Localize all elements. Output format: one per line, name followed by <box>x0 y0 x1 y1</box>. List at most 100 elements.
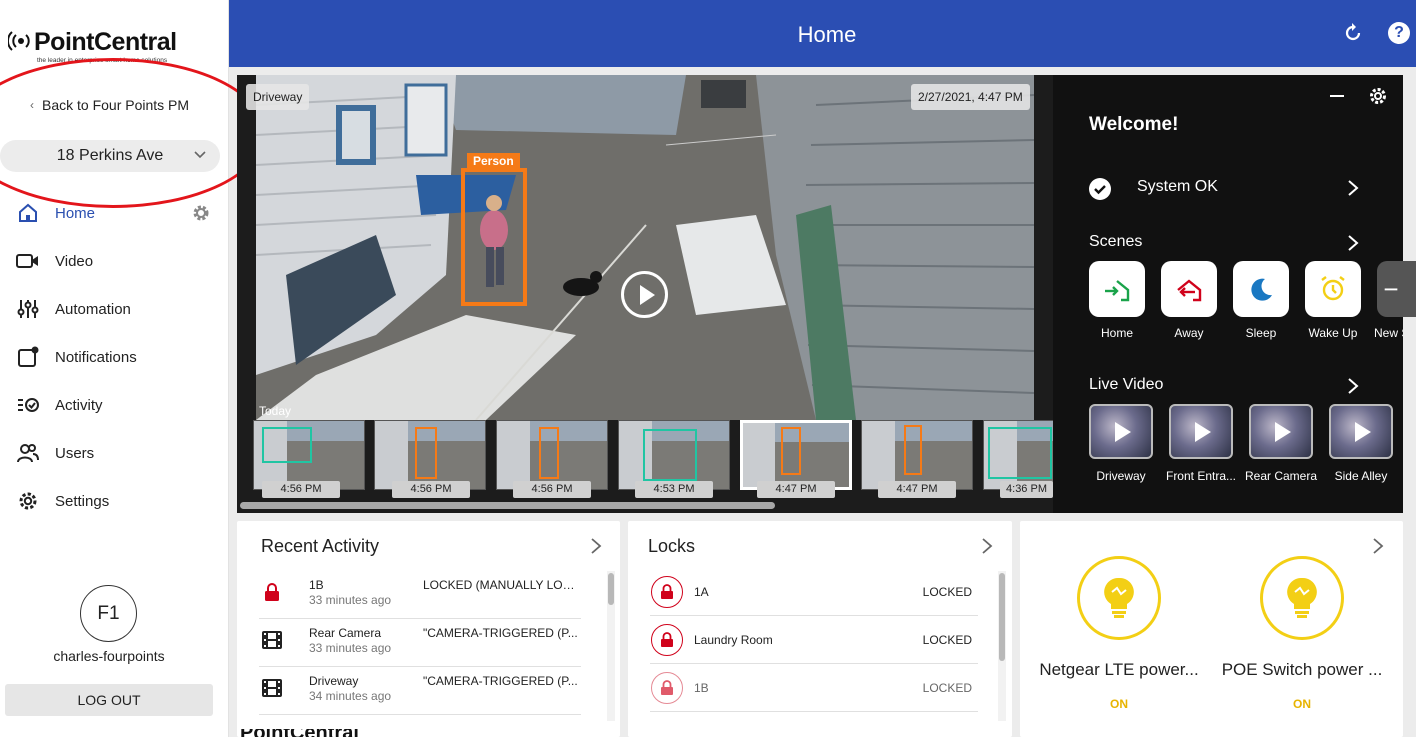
lock-row[interactable]: 1A LOCKED <box>650 568 978 616</box>
live-camera-tile[interactable] <box>1169 404 1233 459</box>
activity-time: 34 minutes ago <box>309 689 392 703</box>
video-camera-icon <box>16 249 40 273</box>
video-thumbnail[interactable] <box>861 420 973 490</box>
film-icon <box>259 675 285 701</box>
video-frame[interactable] <box>256 75 1034 420</box>
chevron-down-icon <box>194 151 206 159</box>
gear-icon[interactable] <box>1368 86 1388 106</box>
thumbnail-time: 4:47 PM <box>878 481 956 498</box>
underlying-page-text: PointCentral <box>240 729 359 737</box>
lock-status: LOCKED <box>922 681 972 695</box>
sidebar-item-home[interactable]: Home <box>16 198 216 228</box>
video-thumbnail[interactable] <box>618 420 730 490</box>
thumbnail-time: 4:47 PM <box>757 481 835 498</box>
card-title: Recent Activity <box>261 536 380 556</box>
logo-tagline: the leader in enterprise smart home solu… <box>37 57 168 64</box>
thumbnail-scrollbar[interactable] <box>240 502 775 509</box>
switch-state: ON <box>1293 697 1311 711</box>
switch-toggle[interactable] <box>1077 556 1161 640</box>
list-scrollbar[interactable] <box>607 571 615 721</box>
scene-new-button[interactable]: − <box>1377 261 1416 317</box>
video-thumbnail[interactable] <box>496 420 608 490</box>
activity-list-icon <box>16 393 40 417</box>
sidebar-item-label: Automation <box>55 300 131 318</box>
chevron-right-icon[interactable] <box>590 537 602 555</box>
sidebar-item-settings[interactable]: Settings <box>16 486 216 516</box>
chevron-right-icon[interactable] <box>1347 377 1359 395</box>
recent-activity-card: Recent Activity 1B 33 minutes ago LOCKED… <box>237 521 620 737</box>
sidebar-item-activity[interactable]: Activity <box>16 390 216 420</box>
lock-row[interactable]: Laundry Room LOCKED <box>650 616 978 664</box>
switch-toggle[interactable] <box>1260 556 1344 640</box>
thumbnail-time: 4:56 PM <box>392 481 470 498</box>
video-thumbnail[interactable] <box>374 420 486 490</box>
minimize-icon[interactable] <box>1330 95 1344 97</box>
logo-brand: PointCentral <box>34 28 177 56</box>
activity-time: 33 minutes ago <box>309 593 392 607</box>
sidebar: PointCentral the leader in enterprise sm… <box>0 0 229 737</box>
detection-label: Person <box>467 153 520 169</box>
video-thumbnail[interactable] <box>983 420 1053 490</box>
sidebar-item-notifications[interactable]: Notifications <box>16 342 216 372</box>
video-thumbnail[interactable] <box>740 420 852 490</box>
sidebar-item-label: Video <box>55 252 94 270</box>
lock-row[interactable]: 1B LOCKED <box>650 664 978 712</box>
play-button[interactable] <box>621 271 668 318</box>
sidebar-item-video[interactable]: Video <box>16 246 216 276</box>
chevron-right-icon[interactable] <box>1372 537 1384 555</box>
lock-icon[interactable] <box>650 671 684 705</box>
scene-wakeup-button[interactable] <box>1305 261 1361 317</box>
activity-status: "CAMERA-TRIGGERED (P... <box>423 626 578 640</box>
activity-device: 1B <box>309 578 324 592</box>
sliders-icon <box>16 297 40 321</box>
sidebar-item-automation[interactable]: Automation <box>16 294 216 324</box>
gear-icon[interactable] <box>191 203 211 223</box>
thumbnail-time: 4:56 PM <box>513 481 591 498</box>
live-camera-tile[interactable] <box>1329 404 1393 459</box>
thumbnail-time: 4:53 PM <box>635 481 713 498</box>
notification-icon <box>16 345 40 369</box>
avatar[interactable]: F1 <box>80 585 137 642</box>
lock-status: LOCKED <box>922 633 972 647</box>
chevron-right-icon[interactable] <box>1347 234 1359 252</box>
chevron-right-icon[interactable] <box>1347 179 1359 197</box>
activity-time: 33 minutes ago <box>309 641 392 655</box>
scene-home-button[interactable] <box>1089 261 1145 317</box>
scene-sleep-button[interactable] <box>1233 261 1289 317</box>
scene-away-button[interactable] <box>1161 261 1217 317</box>
lock-name: 1B <box>694 681 709 695</box>
scene-label: Wake Up <box>1308 326 1358 340</box>
activity-device: Driveway <box>309 674 359 688</box>
list-scrollbar[interactable] <box>998 571 1006 721</box>
alarm-clock-icon <box>1321 276 1345 301</box>
list-item[interactable]: Driveway 34 minutes ago "CAMERA-TRIGGERE… <box>259 667 581 715</box>
lock-icon[interactable] <box>650 623 684 657</box>
locks-card: Locks 1A LOCKED Laundry Room LOCKED 1B L… <box>628 521 1012 737</box>
lightbulb-icon <box>1104 577 1134 618</box>
help-icon[interactable]: ? <box>1388 22 1410 44</box>
signal-waves-icon <box>8 31 30 51</box>
list-item[interactable]: 1B 33 minutes ago LOCKED (MANUALLY LOC..… <box>259 571 581 619</box>
refresh-icon[interactable] <box>1342 22 1364 44</box>
video-thumbnail[interactable] <box>253 420 365 490</box>
live-camera-tile[interactable] <box>1089 404 1153 459</box>
activity-status: "CAMERA-TRIGGERED (P... <box>423 674 578 688</box>
users-icon <box>16 441 40 465</box>
sidebar-item-users[interactable]: Users <box>16 438 216 468</box>
timeline-day-label: Today <box>259 404 292 418</box>
property-select[interactable]: 18 Perkins Ave <box>0 140 220 172</box>
camera-scene <box>256 75 1034 420</box>
chevron-left-icon: ‹ <box>30 98 34 112</box>
logout-button[interactable]: LOG OUT <box>5 684 213 716</box>
lock-name: Laundry Room <box>694 633 773 647</box>
chevron-right-icon[interactable] <box>981 537 993 555</box>
scene-label: New S <box>1374 326 1403 340</box>
lock-icon[interactable] <box>650 575 684 609</box>
system-status-row[interactable]: System OK <box>1089 175 1364 201</box>
live-camera-tile[interactable] <box>1249 404 1313 459</box>
activity-device: Rear Camera <box>309 626 382 640</box>
back-link-label: Back to Four Points PM <box>42 97 190 113</box>
live-camera-label: Driveway <box>1096 469 1146 483</box>
list-item[interactable]: Rear Camera 33 minutes ago "CAMERA-TRIGG… <box>259 619 581 667</box>
back-link[interactable]: ‹ Back to Four Points PM <box>30 97 189 113</box>
